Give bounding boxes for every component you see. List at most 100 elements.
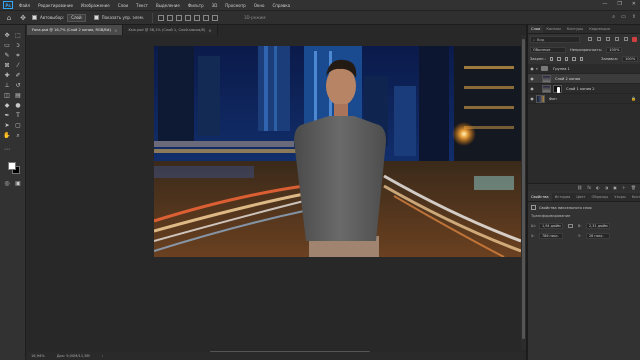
- document-canvas[interactable]: [154, 46, 521, 257]
- layer-row-group[interactable]: ◉ ▾ Группа 1: [528, 64, 640, 74]
- visibility-icon[interactable]: ◉: [528, 84, 536, 94]
- shape-tool-icon[interactable]: ▢: [13, 121, 23, 130]
- adjustment-layer-icon[interactable]: ◑: [605, 185, 609, 190]
- share-icon[interactable]: ⇪: [632, 14, 636, 20]
- new-layer-icon[interactable]: ＋: [622, 185, 626, 191]
- close-icon[interactable]: ✕: [632, 1, 636, 7]
- lasso-tool-icon[interactable]: ↄ: [13, 41, 23, 50]
- menu-file[interactable]: Файл: [19, 3, 30, 8]
- width-input[interactable]: 1,94 дюйм: [539, 222, 563, 229]
- delete-layer-icon[interactable]: 🗑: [631, 185, 636, 190]
- menu-image[interactable]: Изображение: [81, 3, 110, 8]
- zoom-level[interactable]: 16,94%: [31, 354, 45, 358]
- filter-shape-icon[interactable]: [615, 37, 619, 41]
- quick-mask-icon[interactable]: ◎: [2, 179, 12, 188]
- add-mask-icon[interactable]: ◐: [596, 185, 600, 190]
- menu-edit[interactable]: Редактирование: [38, 3, 73, 8]
- status-arrow-icon[interactable]: ›: [102, 354, 103, 358]
- align-middle-icon[interactable]: [194, 14, 201, 21]
- home-icon[interactable]: ⌂: [4, 13, 14, 23]
- tab-color[interactable]: Цвет: [573, 193, 588, 201]
- maximize-icon[interactable]: ❐: [617, 1, 621, 7]
- tab-swatches[interactable]: Образцы: [589, 193, 612, 201]
- menu-layers[interactable]: Слои: [118, 3, 128, 8]
- new-group-icon[interactable]: ▣: [613, 185, 617, 190]
- tab-layers[interactable]: Слои: [528, 25, 544, 33]
- minimize-icon[interactable]: —: [602, 1, 607, 7]
- menu-window[interactable]: Окно: [254, 3, 265, 8]
- show-controls-checkbox[interactable]: [93, 15, 99, 20]
- autoselect-dropdown[interactable]: Слой: [67, 13, 86, 22]
- tab-adjustments[interactable]: Коррекция: [586, 25, 613, 33]
- move-tool-icon[interactable]: ✥: [2, 31, 12, 40]
- canvas-area[interactable]: [27, 35, 521, 350]
- menu-3d[interactable]: 3D: [212, 3, 218, 8]
- align-right-icon[interactable]: [176, 14, 183, 21]
- screen-mode-icon[interactable]: ▣: [13, 179, 23, 188]
- menu-select[interactable]: Выделение: [156, 3, 180, 8]
- align-center-icon[interactable]: [167, 14, 174, 21]
- lock-all-icon[interactable]: [579, 56, 584, 61]
- visibility-icon[interactable]: ◉: [528, 74, 536, 84]
- y-input[interactable]: 26 пикс.: [586, 232, 610, 239]
- autoselect-checkbox[interactable]: [32, 15, 37, 20]
- fx-icon[interactable]: fx: [587, 185, 591, 190]
- fill-input[interactable]: 100%: [621, 55, 638, 62]
- tab-ksin[interactable]: Ksin.psd @ 38,1% (Слой 1, Слой-маска/8) …: [123, 25, 218, 35]
- filter-smart-icon[interactable]: [624, 37, 628, 41]
- lock-pixels-icon[interactable]: [557, 56, 561, 61]
- menu-filter[interactable]: Фильтр: [188, 3, 204, 8]
- move-tool-icon[interactable]: ✥: [18, 13, 28, 23]
- filter-pixel-icon[interactable]: [588, 37, 592, 41]
- layer-row-background[interactable]: ◉ Фон 🔒: [528, 94, 640, 104]
- lock-artboard-icon[interactable]: [572, 56, 576, 61]
- align-bottom-icon[interactable]: [203, 14, 210, 21]
- history-brush-icon[interactable]: ↺: [13, 81, 23, 90]
- layer-row-masked[interactable]: ◉ Слой 1 копия 2: [528, 84, 640, 94]
- zoom-tool-icon[interactable]: ⌕: [13, 131, 23, 140]
- hand-tool-icon[interactable]: ✋: [2, 131, 12, 140]
- brush-tool-icon[interactable]: ✐: [13, 71, 23, 80]
- filter-toggle-icon[interactable]: [632, 37, 637, 42]
- layer-row-selected[interactable]: ◉ Слой 2 копия: [528, 74, 640, 84]
- menu-view[interactable]: Просмотр: [225, 3, 246, 8]
- align-top-icon[interactable]: [185, 14, 192, 21]
- menu-help[interactable]: Справка: [272, 3, 290, 8]
- crop-tool-icon[interactable]: ⌗: [13, 51, 23, 60]
- filter-adjustment-icon[interactable]: [597, 37, 601, 41]
- tab-fona[interactable]: Fona.psd @ 16,7% (Слой 2 копия, RGB/8#) …: [27, 25, 124, 35]
- dodge-tool-icon[interactable]: ●: [13, 101, 23, 110]
- more-tools-icon[interactable]: ⋯: [2, 145, 12, 154]
- search-icon[interactable]: ⌕: [612, 14, 615, 20]
- eraser-tool-icon[interactable]: ◫: [2, 91, 12, 100]
- quick-select-icon[interactable]: ✎: [2, 51, 12, 60]
- blur-tool-icon[interactable]: ◆: [2, 101, 12, 110]
- lock-position-icon[interactable]: [564, 56, 569, 61]
- filter-type-icon[interactable]: [606, 37, 610, 41]
- type-tool-icon[interactable]: T: [13, 111, 23, 120]
- layer-filter-select[interactable]: ⌕ Вид: [530, 36, 580, 43]
- link-proportions-icon[interactable]: [568, 223, 573, 228]
- clone-stamp-icon[interactable]: ⊥: [2, 81, 12, 90]
- path-select-icon[interactable]: ➤: [2, 121, 12, 130]
- tab-patterns[interactable]: Узоры: [611, 193, 628, 201]
- distribute-icon[interactable]: [212, 14, 219, 21]
- height-input[interactable]: 2,31 дюйм: [586, 222, 610, 229]
- tab-history[interactable]: История: [552, 193, 574, 201]
- tab-properties[interactable]: Свойства: [528, 193, 552, 201]
- link-layers-icon[interactable]: ⛓: [577, 185, 582, 190]
- menu-type[interactable]: Текст: [136, 3, 148, 8]
- artboard-tool-icon[interactable]: ⬚: [13, 31, 23, 40]
- close-tab-icon[interactable]: ×: [114, 28, 117, 33]
- layer-mask-thumbnail[interactable]: [553, 84, 562, 93]
- tab-paths[interactable]: Контуры: [564, 25, 586, 33]
- tab-brush[interactable]: Кисть: [629, 193, 640, 201]
- blend-mode-select[interactable]: Обычные: [530, 46, 566, 53]
- visibility-icon[interactable]: ◉: [528, 94, 536, 104]
- healing-brush-icon[interactable]: ✚: [2, 71, 12, 80]
- frame-tool-icon[interactable]: ⊠: [2, 61, 12, 70]
- eyedropper-icon[interactable]: ⁄: [13, 61, 23, 70]
- gradient-tool-icon[interactable]: ▤: [13, 91, 23, 100]
- close-tab-icon[interactable]: ×: [208, 28, 211, 33]
- vertical-scroll-thumb[interactable]: [522, 39, 525, 339]
